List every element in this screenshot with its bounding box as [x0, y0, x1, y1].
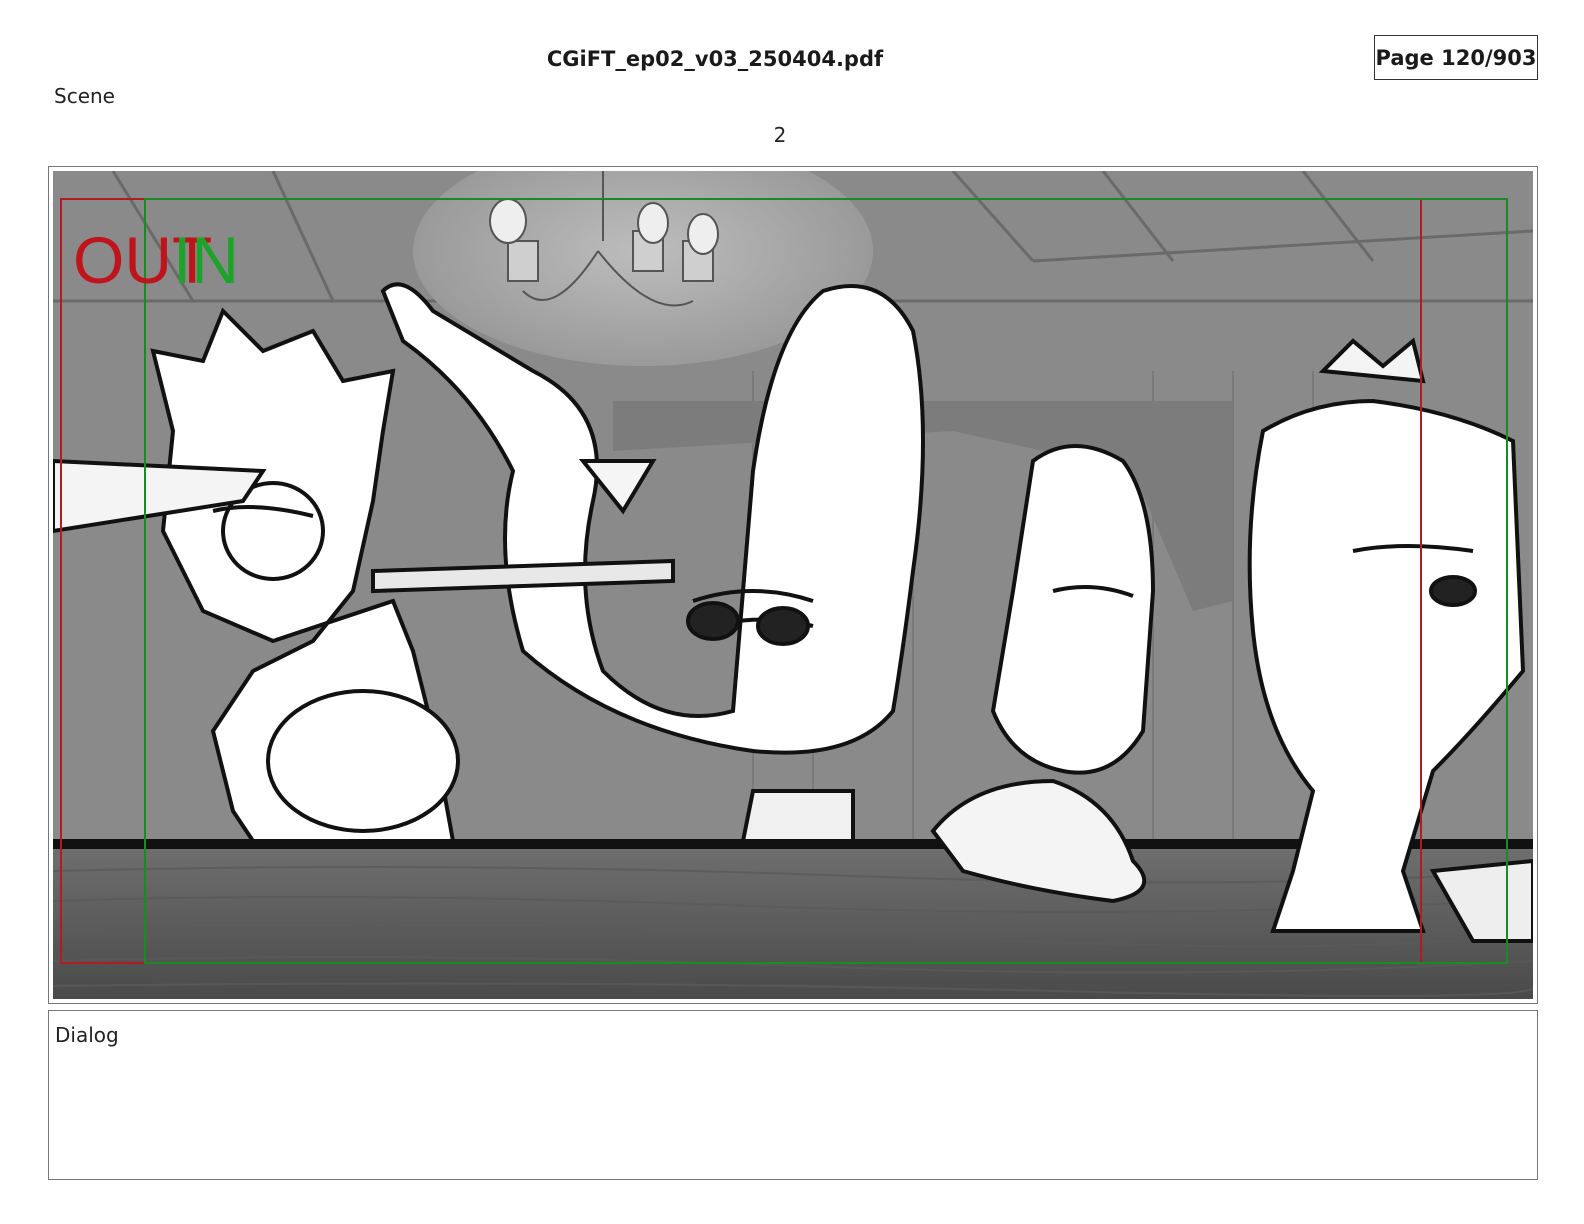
scene-number: 2: [773, 123, 787, 147]
document-title: CGiFT_ep02_v03_250404.pdf: [546, 47, 884, 71]
page-indicator: Page 120/903: [1374, 35, 1538, 80]
panel-artwork: OUT IN: [53, 171, 1533, 999]
dialog-box: Dialog: [48, 1010, 1538, 1180]
in-marker: IN: [173, 223, 239, 297]
dialog-label: Dialog: [55, 1023, 119, 1047]
scene-label: Scene: [54, 84, 115, 108]
storyboard-panel: OUT IN: [48, 166, 1538, 1004]
